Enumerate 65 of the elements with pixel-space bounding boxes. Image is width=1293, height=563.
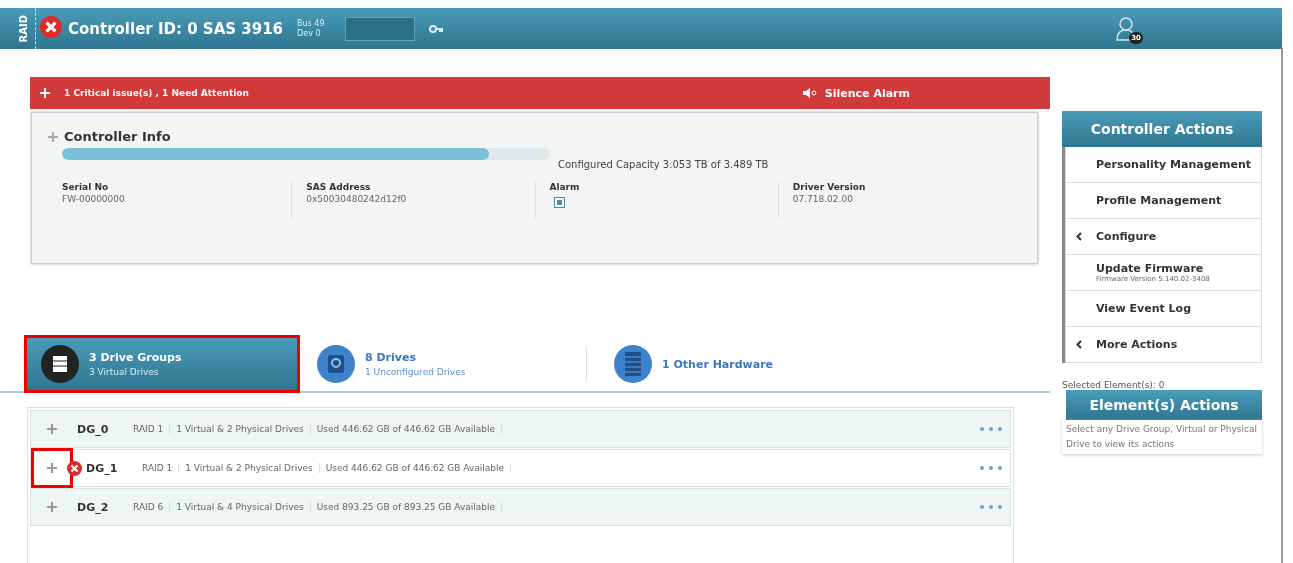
controller-actions-header: Controller Actions <box>1062 111 1262 147</box>
more-icon[interactable] <box>980 466 1002 470</box>
field-value: 07.718.02.00 <box>792 194 854 204</box>
alarm-checkbox[interactable] <box>553 197 565 208</box>
plus-icon[interactable] <box>48 131 58 142</box>
drive-stack-icon <box>50 354 70 374</box>
action-item[interactable]: Personality Management <box>1065 147 1262 183</box>
drive-count: 1 Virtual & 4 Physical Drives <box>170 502 311 512</box>
field-label: Serial No <box>62 182 110 192</box>
raid-level: RAID 1 <box>127 424 171 434</box>
tab-title: 3 Drive Groups <box>89 351 182 364</box>
controller-title: Controller ID: 0 SAS 3916 <box>68 19 284 38</box>
plus-icon[interactable] <box>47 463 57 473</box>
more-icon[interactable] <box>980 427 1002 431</box>
action-item[interactable]: Profile Management <box>1065 183 1262 219</box>
group-name: DG_2 <box>77 500 107 514</box>
action-item[interactable]: View Event Log <box>1065 291 1262 327</box>
group-name: DG_1 <box>86 461 116 475</box>
tab-subtitle: 1 Unconfigured Drives <box>365 367 466 377</box>
silence-alarm-button[interactable]: Silence Alarm <box>802 86 910 100</box>
summary-tab[interactable]: 8 Drives 1 Unconfigured Drives <box>300 335 576 393</box>
speaker-icon <box>802 88 817 98</box>
field-label: SAS Address <box>306 182 372 192</box>
error-icon <box>67 460 82 476</box>
field-value: FW-00000000 <box>62 194 126 204</box>
drive-count: 1 Virtual & 2 Physical Drives <box>170 424 311 434</box>
field-label: Alarm <box>549 182 581 192</box>
summary-tab[interactable]: 3 Drive Groups 3 Virtual Drives <box>24 335 300 393</box>
drive-group-row[interactable]: DG_0 RAID 1 1 Virtual & 2 Physical Drives Used 446.62 GB of 446.62 GB Available <box>30 410 1011 448</box>
dev-label: Dev 0 <box>297 28 322 39</box>
panel-title: Controller Info <box>64 129 171 144</box>
raid-level: RAID 1 <box>136 463 180 473</box>
hard-drive-icon <box>327 354 345 374</box>
tab-subtitle: 3 Virtual Drives <box>89 367 160 377</box>
alert-text: 1 Critical issue(s) , 1 Need Attention <box>64 88 250 98</box>
plus-icon[interactable] <box>47 502 57 512</box>
action-item[interactable]: More Actions <box>1065 327 1262 363</box>
tab-title: 8 Drives <box>365 351 417 364</box>
plus-icon[interactable] <box>47 424 57 434</box>
drive-group-row[interactable]: DG_1 RAID 1 1 Virtual & 2 Physical Drives Used 446.62 GB of 446.62 GB Available <box>30 449 1011 487</box>
group-name: DG_0 <box>77 422 107 436</box>
usage-text: Used 446.62 GB of 446.62 GB Available <box>319 463 512 473</box>
key-icon <box>428 24 443 33</box>
drive-count: 1 Virtual & 2 Physical Drives <box>179 463 320 473</box>
error-icon <box>40 15 62 38</box>
chevron-left-icon <box>1076 232 1082 241</box>
usage-text: Used 893.25 GB of 893.25 GB Available <box>310 502 503 512</box>
more-icon[interactable] <box>980 505 1002 509</box>
chevron-left-icon <box>1076 340 1082 349</box>
action-item[interactable]: Configure <box>1065 219 1262 255</box>
element-actions-hint: Select any Drive Group, Virtual or Physical Drive to view its actions <box>1062 420 1262 454</box>
summary-tab[interactable]: 1 Other Hardware <box>597 335 873 393</box>
bus-label: Bus 49 <box>297 18 325 29</box>
field-value: 0x50030480242d12f0 <box>306 194 408 204</box>
tab-title: 1 Other Hardware <box>662 357 774 371</box>
capacity-text: Configured Capacity 3.053 TB of 3.489 TB <box>558 159 769 170</box>
server-icon <box>625 352 641 376</box>
element-actions-header: Element(s) Actions <box>1066 390 1262 420</box>
raid-label: RAID <box>18 14 29 43</box>
field-label: Driver Version <box>792 182 867 192</box>
raid-level: RAID 6 <box>127 502 171 512</box>
selected-count: Selected Element(s): 0 <box>1062 380 1166 390</box>
controller-card-image <box>344 16 415 41</box>
usage-text: Used 446.62 GB of 446.62 GB Available <box>310 424 503 434</box>
drive-group-row[interactable]: DG_2 RAID 6 1 Virtual & 4 Physical Drives Used 893.25 GB of 893.25 GB Available <box>30 488 1011 526</box>
